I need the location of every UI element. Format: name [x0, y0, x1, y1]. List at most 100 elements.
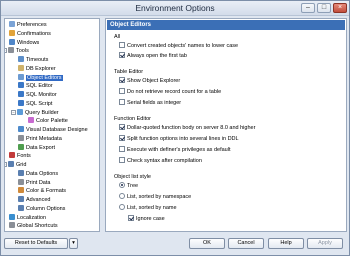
visual-database-designer-icon [18, 126, 24, 132]
checkbox[interactable] [119, 77, 125, 83]
tree-item-print-data[interactable]: Print Data [18, 178, 51, 187]
tree-item-tools[interactable]: − Tools [5, 47, 29, 55]
option-serial-as-integer[interactable]: Serial fields as integer [119, 99, 181, 106]
radio-list-by-namespace[interactable]: List, sorted by namespace [119, 193, 191, 200]
tree-item-column-options[interactable]: Column Options [18, 204, 66, 213]
tree-item-grid[interactable]: − Grid [5, 161, 27, 169]
tree-item-label: Column Options [26, 205, 66, 212]
tree-item-windows[interactable]: Windows [9, 38, 40, 47]
tree-item-global-shortcuts[interactable]: Global Shortcuts [9, 222, 58, 230]
query-builder-icon [17, 108, 23, 115]
close-button[interactable]: × [333, 3, 347, 13]
collapse-toggle[interactable]: − [5, 162, 7, 167]
db-explorer-icon [18, 64, 24, 71]
checkbox[interactable] [119, 135, 125, 141]
tree-item-preferences[interactable]: Preferences [9, 21, 47, 29]
radio-button[interactable] [119, 193, 125, 199]
tree-item-visual-database-designer[interactable]: Visual Database Designe [18, 126, 88, 134]
tree-item-timeouts[interactable]: Timeouts [18, 56, 48, 64]
option-no-record-count[interactable]: Do not retrieve record count for a table [119, 88, 221, 95]
tree-item-label: Print Metadata [26, 135, 62, 142]
collapse-toggle[interactable]: − [5, 48, 7, 54]
option-check-syntax[interactable]: Check syntax after compilation [119, 157, 202, 164]
tree-item-label: Windows [17, 39, 40, 46]
print-metadata-icon [18, 134, 24, 141]
tree-item-sql-editor[interactable]: SQL Editor [18, 82, 53, 90]
collapse-toggle[interactable]: − [11, 109, 16, 115]
tree-item-db-explorer[interactable]: DB Explorer [18, 64, 56, 73]
tree-item-print-metadata[interactable]: Print Metadata [18, 134, 62, 143]
tree-item-color-palette[interactable]: Color Palette [28, 117, 68, 125]
radio-button[interactable] [119, 182, 125, 188]
help-button[interactable]: Help [268, 238, 304, 249]
minimize-button[interactable]: – [301, 3, 315, 13]
radio-list-by-name[interactable]: List, sorted by name [119, 204, 177, 211]
tree-item-label: Object Editors [26, 74, 63, 81]
tree-item-data-options[interactable]: Data Options [18, 169, 59, 178]
tree-item-label: Grid [16, 162, 27, 168]
maximize-button[interactable]: □ [317, 3, 331, 13]
object-editors-icon [18, 73, 24, 80]
option-always-open-first-tab[interactable]: Always open the first tab [119, 52, 187, 59]
tree-item-label: Data Options [26, 170, 59, 177]
cancel-button[interactable]: Cancel [228, 238, 264, 249]
radio-button[interactable] [119, 204, 125, 210]
tree-item-color-formats[interactable]: Color & Formats [18, 187, 66, 195]
section-all-title: All [114, 34, 121, 40]
option-definer-privileges[interactable]: Execute with definer's privileges as def… [119, 146, 230, 153]
checkbox[interactable] [128, 215, 134, 221]
tree-item-advanced[interactable]: Advanced [18, 196, 50, 204]
tree-item-localization[interactable]: Localization [9, 213, 47, 222]
global-shortcuts-icon [9, 222, 15, 229]
checkbox[interactable] [119, 42, 125, 48]
environment-options-window: Environment Options – □ × Preferences Con… [0, 0, 350, 256]
title-bar[interactable]: Environment Options – □ × [1, 1, 349, 16]
tree-item-label: Tools [16, 48, 29, 55]
option-dollar-quoted-body[interactable]: Dollar-quoted function body on server 8.… [119, 124, 255, 131]
window-title: Environment Options [135, 3, 215, 13]
ok-button[interactable]: OK [189, 238, 225, 249]
chevron-down-icon: ▾ [72, 240, 75, 246]
sql-monitor-icon [18, 91, 24, 97]
checkbox[interactable] [119, 99, 125, 105]
grid-icon [8, 161, 14, 167]
tree-item-label: Localization [17, 214, 47, 221]
tree-item-sql-monitor[interactable]: SQL Monitor [18, 91, 57, 99]
confirmations-icon [9, 29, 15, 36]
preferences-icon [9, 21, 15, 27]
apply-button[interactable]: Apply [307, 238, 343, 249]
checkbox[interactable] [119, 124, 125, 130]
tree-item-label: Visual Database Designe [26, 127, 88, 133]
tree-item-label: Color Palette [36, 118, 68, 125]
tree-item-label: Timeouts [26, 57, 49, 63]
tree-item-fonts[interactable]: Fonts [9, 152, 31, 160]
checkbox[interactable] [119, 88, 125, 94]
tree-item-sql-script[interactable]: SQL Script [18, 99, 52, 108]
tree-item-data-export[interactable]: Data Export [18, 143, 56, 152]
tree-item-object-editors[interactable]: Object Editors [18, 73, 63, 82]
checkbox[interactable] [119, 157, 125, 163]
sql-editor-icon [18, 82, 24, 89]
color-palette-icon [28, 117, 34, 124]
radio-tree[interactable]: Tree [119, 182, 138, 189]
timeouts-icon [18, 56, 24, 62]
print-data-icon [18, 178, 24, 185]
panel-header: Object Editors [107, 20, 345, 30]
data-export-icon [18, 143, 24, 150]
option-split-function-options[interactable]: Split function options into several line… [119, 135, 239, 142]
tools-icon [8, 47, 14, 54]
option-ignore-case[interactable]: Ignore case [128, 215, 165, 222]
checkbox[interactable] [119, 52, 125, 58]
options-tree[interactable]: Preferences Confirmations Windows − Tools Tim… [4, 18, 100, 232]
tree-item-query-builder[interactable]: − Query Builder [11, 108, 59, 117]
reset-dropdown-button[interactable]: ▾ [69, 238, 78, 249]
option-show-object-explorer[interactable]: Show Object Explorer [119, 77, 180, 84]
tree-item-label: Data Export [26, 144, 56, 151]
checkbox[interactable] [119, 146, 125, 152]
tree-item-label: Print Data [26, 179, 51, 186]
reset-to-defaults-button[interactable]: Reset to Defaults [4, 238, 68, 249]
windows-icon [9, 38, 15, 45]
data-options-icon [18, 169, 24, 176]
option-convert-lower-case[interactable]: Convert created objects' names to lower … [119, 42, 238, 49]
tree-item-confirmations[interactable]: Confirmations [9, 29, 51, 38]
